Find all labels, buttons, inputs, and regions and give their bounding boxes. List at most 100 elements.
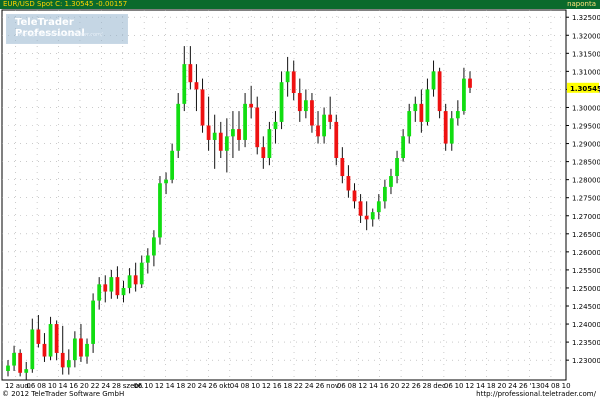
candle-up [413, 103, 418, 112]
chart-header-bar: EUR/USD Spot C: 1.30545 -0.00157 naponta [0, 0, 600, 9]
candle-up [97, 284, 102, 301]
candle-down [103, 284, 108, 292]
candle-down [261, 147, 266, 158]
candle-up [383, 186, 387, 202]
y-tick-label: 1.25500 [572, 267, 600, 275]
candle-up [231, 129, 235, 137]
candle-down [79, 338, 83, 357]
y-tick-label: 1.23500 [572, 339, 600, 347]
candle-down [443, 111, 448, 144]
y-tick-label: 1.23000 [572, 357, 600, 365]
candle-down [346, 176, 351, 191]
candle-down [218, 132, 223, 151]
candle-up [224, 136, 229, 151]
brand-watermark: TeleTrader Professional http://professio… [6, 14, 128, 44]
candle-up [158, 183, 162, 238]
candle-up [30, 329, 35, 370]
candle-down [237, 129, 241, 140]
candle-down [54, 324, 59, 353]
candle-up [12, 352, 16, 366]
candle-down [206, 125, 211, 140]
brand-url: http://professional.teletrader.com/ [17, 32, 103, 38]
candle-down [419, 103, 424, 122]
candle-up [66, 360, 71, 368]
candle-up [127, 275, 132, 288]
candle-down [310, 100, 314, 126]
candle-down [60, 352, 65, 368]
candle-up [85, 343, 89, 357]
candle-up [449, 118, 454, 144]
candle-up [6, 365, 10, 371]
candle-up [243, 103, 247, 140]
candle-down [437, 71, 442, 112]
y-tick-label: 1.31500 [572, 50, 600, 58]
period-label: naponta [567, 0, 596, 8]
candle-up [431, 71, 436, 90]
y-tick-label: 1.24500 [572, 303, 600, 311]
candle-down [115, 277, 120, 296]
candle-down [188, 64, 193, 83]
y-tick-label: 1.28500 [572, 159, 600, 167]
candle-up [152, 237, 156, 256]
candle-up [370, 212, 375, 220]
candle-up [72, 338, 77, 361]
chart-footer: © 2012 TeleTrader Software GmbH http://p… [0, 388, 600, 400]
candle-up [303, 100, 308, 112]
candle-up [401, 136, 406, 158]
y-tick-label: 1.32000 [572, 32, 600, 40]
candle-up [322, 114, 326, 137]
last-price-label: 1.30545 [570, 85, 600, 93]
candle-down [340, 158, 345, 177]
candle-down [316, 125, 320, 137]
y-tick-label: 1.24000 [572, 321, 600, 329]
price-chart[interactable]: 1.325001.320001.315001.310001.305001.300… [0, 0, 600, 400]
candle-down [42, 343, 47, 357]
candle-up [395, 158, 399, 177]
candle-down [249, 103, 254, 108]
candle-down [468, 78, 472, 88]
plot-area [1, 9, 567, 381]
candle-up [425, 89, 430, 122]
candle-down [328, 114, 333, 122]
candle-up [109, 277, 114, 292]
candle-down [255, 107, 260, 148]
y-tick-label: 1.28000 [572, 177, 600, 185]
copyright-text: © 2012 TeleTrader Software GmbH [2, 390, 125, 398]
footer-url[interactable]: http://professional.teletrader.com/ [476, 390, 596, 398]
candle-up [91, 300, 95, 344]
candle-up [212, 132, 217, 140]
candle-down [352, 190, 357, 202]
candle-up [145, 255, 150, 263]
candle-down [297, 93, 302, 112]
candle-down [358, 201, 363, 216]
candle-down [36, 329, 41, 344]
candle-up [407, 111, 412, 137]
candle-down [334, 121, 339, 158]
candle-up [24, 369, 29, 373]
candle-up [170, 150, 175, 180]
candle-up [285, 71, 290, 83]
candle-up [164, 179, 168, 184]
candle-up [389, 176, 393, 187]
candle-up [139, 262, 144, 285]
candle-up [376, 201, 381, 213]
candle-up [176, 103, 181, 151]
candle-up [182, 64, 187, 104]
y-tick-label: 1.29500 [572, 123, 600, 131]
candle-down [291, 71, 296, 94]
y-tick-label: 1.25000 [572, 285, 600, 293]
y-tick-label: 1.26500 [572, 231, 600, 239]
candle-up [279, 82, 284, 122]
y-tick-label: 1.27000 [572, 213, 600, 221]
y-tick-label: 1.30000 [572, 104, 600, 112]
candle-down [194, 82, 199, 90]
candle-down [18, 352, 23, 373]
chart-window: 1.325001.320001.315001.310001.305001.300… [0, 0, 600, 400]
candle-up [121, 287, 126, 296]
candle-up [48, 324, 53, 357]
candle-down [200, 89, 205, 126]
y-tick-label: 1.26000 [572, 249, 600, 257]
y-tick-label: 1.32500 [572, 14, 600, 22]
y-tick-label: 1.31000 [572, 68, 600, 76]
instrument-quote: EUR/USD Spot C: 1.30545 -0.00157 [3, 0, 128, 8]
